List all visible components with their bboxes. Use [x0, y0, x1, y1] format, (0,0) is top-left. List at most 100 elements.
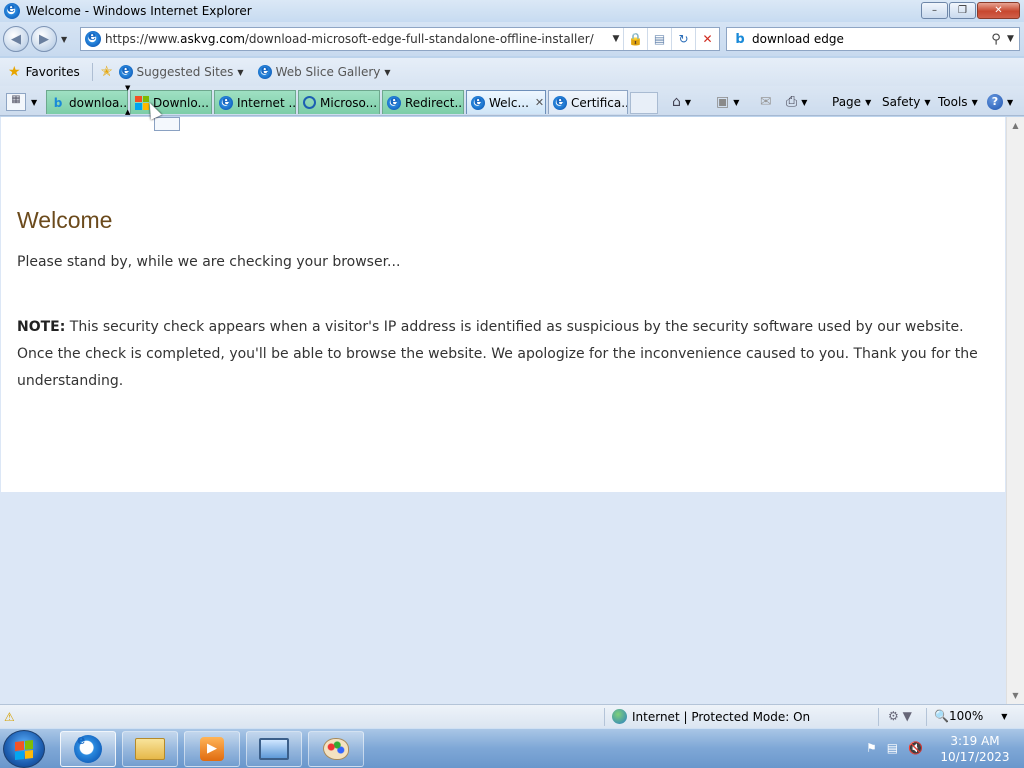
- tools-menu[interactable]: Tools ▼: [938, 92, 978, 112]
- status-separator: [604, 708, 605, 726]
- network-icon[interactable]: ▤: [887, 741, 898, 755]
- tab-internet-explorer[interactable]: Internet ...: [214, 90, 296, 114]
- stop-icon[interactable]: ✕: [695, 28, 719, 50]
- media-player-icon: ▶: [200, 737, 224, 761]
- safety-menu[interactable]: Safety ▼: [882, 92, 931, 112]
- title-bar: Welcome - Windows Internet Explorer – ❐ …: [0, 0, 1024, 22]
- search-input[interactable]: download edge: [752, 32, 985, 46]
- address-url[interactable]: https://www.askvg.com/download-microsoft…: [105, 32, 609, 46]
- zoom-control[interactable]: 🔍 100% ▼: [934, 709, 1007, 723]
- zoom-level: 100%: [948, 709, 984, 723]
- ie-icon: [553, 94, 567, 110]
- taskbar-internet-explorer[interactable]: [60, 731, 116, 767]
- lock-icon[interactable]: 🔒: [623, 28, 647, 50]
- refresh-icon[interactable]: ↻: [671, 28, 695, 50]
- tab-microsoft[interactable]: Microso...: [298, 90, 380, 114]
- printer-icon: ⎙: [786, 94, 798, 110]
- new-tab-button[interactable]: [630, 92, 658, 114]
- address-dropdown-arrow[interactable]: ▼: [609, 34, 623, 44]
- favorites-bar: ★ Favorites ✭ Suggested Sites ▼ Web Slic…: [0, 58, 1024, 86]
- chevron-down-icon[interactable]: ▼: [1001, 712, 1007, 721]
- tab-download-microsoft[interactable]: Downlo...: [130, 90, 212, 114]
- security-zone[interactable]: Internet | Protected Mode: On: [612, 709, 810, 724]
- feeds-button[interactable]: ▣ ▼: [716, 92, 739, 112]
- chevron-down-icon[interactable]: ▼: [733, 98, 739, 107]
- quick-tabs-button[interactable]: ▦ ▼: [6, 91, 44, 113]
- url-host: askvg.com: [180, 32, 245, 46]
- chevron-down-icon: ▼: [237, 67, 244, 77]
- tab-download-edge[interactable]: b downloa...: [46, 90, 128, 114]
- chevron-down-icon[interactable]: ▼: [31, 98, 37, 107]
- drag-tab-ghost: [154, 117, 180, 131]
- recent-pages-dropdown[interactable]: ▼: [61, 35, 67, 44]
- suggested-sites-link[interactable]: Suggested Sites ▼: [118, 63, 244, 79]
- ie-icon: [219, 94, 233, 110]
- forward-button[interactable]: ▶: [31, 26, 57, 52]
- print-button[interactable]: ⎙ ▼: [786, 92, 807, 112]
- scroll-down-arrow-icon[interactable]: ▼: [1007, 687, 1024, 704]
- window-controls: – ❐ ✕: [921, 2, 1020, 19]
- page-menu-label: Page: [832, 95, 862, 109]
- search-box[interactable]: b download edge ⚲ ▼: [726, 27, 1020, 51]
- close-tab-icon[interactable]: ✕: [535, 96, 544, 109]
- tab-label: Internet ...: [237, 95, 296, 110]
- ie-icon: [257, 63, 272, 79]
- ie-icon: [74, 733, 102, 763]
- note-label: NOTE:: [17, 319, 66, 335]
- taskbar-media-player[interactable]: ▶: [184, 731, 240, 767]
- favorites-button[interactable]: ★ Favorites: [8, 64, 80, 80]
- url-prefix: https://www.: [105, 32, 181, 46]
- add-to-favorites-icon[interactable]: ✭: [101, 64, 113, 80]
- tab-drag-marker-icon: ▼: [125, 84, 131, 92]
- tools-menu-label: Tools: [938, 95, 968, 109]
- help-button[interactable]: ? ▼: [987, 92, 1013, 112]
- action-center-flag-icon[interactable]: ⚑: [866, 741, 877, 755]
- taskbar-clock[interactable]: 3:19 AM 10/17/2023: [940, 733, 1010, 765]
- chevron-down-icon[interactable]: ▼: [685, 98, 691, 107]
- taskbar-paint[interactable]: [308, 731, 364, 767]
- back-button[interactable]: ◀: [3, 26, 29, 52]
- clock-time: 3:19 AM: [950, 734, 1000, 748]
- volume-muted-icon[interactable]: 🔇: [908, 741, 923, 755]
- ie-icon: [387, 94, 401, 110]
- web-slice-gallery-label: Web Slice Gallery: [275, 65, 381, 79]
- standby-message: Please stand by, while we are checking y…: [17, 254, 401, 270]
- chevron-down-icon[interactable]: ▼: [801, 98, 807, 107]
- home-button[interactable]: ⌂ ▼: [672, 92, 691, 112]
- warning-icon[interactable]: ⚠: [4, 710, 15, 724]
- status-bar: ⚠ Internet | Protected Mode: On ⚙ ▼ 🔍 10…: [0, 704, 1024, 728]
- restore-button[interactable]: ❐: [949, 2, 976, 19]
- tab-welcome[interactable]: Welc... ✕: [466, 90, 546, 114]
- taskbar-windows-explorer[interactable]: [122, 731, 178, 767]
- vertical-scrollbar[interactable]: ▲ ▼: [1006, 117, 1024, 704]
- bing-icon: b: [735, 31, 745, 47]
- mail-icon: ✉: [760, 94, 772, 110]
- read-mail-button[interactable]: ✉: [760, 92, 772, 112]
- ie-app-icon[interactable]: [4, 1, 20, 19]
- scroll-up-arrow-icon[interactable]: ▲: [1007, 117, 1024, 134]
- security-note: NOTE: This security check appears when a…: [17, 314, 992, 395]
- close-window-button[interactable]: ✕: [977, 2, 1020, 19]
- address-bar[interactable]: https://www.askvg.com/download-microsoft…: [80, 27, 720, 51]
- web-slice-gallery-link[interactable]: Web Slice Gallery ▼: [257, 63, 391, 79]
- taskbar-remote-desktop[interactable]: [246, 731, 302, 767]
- globe-icon: [612, 709, 627, 724]
- search-options-dropdown[interactable]: ▼: [1007, 34, 1019, 44]
- page-menu[interactable]: Page ▼: [832, 92, 871, 112]
- chevron-down-icon: ▼: [865, 97, 872, 107]
- tab-redirect[interactable]: Redirect...: [382, 90, 464, 114]
- suggested-sites-label: Suggested Sites: [136, 65, 234, 79]
- tab-certificate[interactable]: Certifica...: [548, 90, 628, 114]
- status-separator: [926, 708, 927, 726]
- chevron-down-icon[interactable]: ▼: [1007, 98, 1013, 107]
- protected-mode-gear-icon[interactable]: ⚙ ▼: [888, 709, 912, 723]
- search-icon[interactable]: ⚲: [985, 32, 1007, 47]
- zoom-magnifier-icon: 🔍: [934, 709, 949, 723]
- compatibility-view-icon[interactable]: ▤: [647, 28, 671, 50]
- start-button[interactable]: [3, 730, 45, 768]
- minimize-button[interactable]: –: [921, 2, 948, 19]
- favorites-separator: [91, 63, 93, 81]
- tab-label: Welc...: [489, 95, 529, 110]
- bing-icon: b: [53, 95, 63, 110]
- status-separator: [878, 708, 879, 726]
